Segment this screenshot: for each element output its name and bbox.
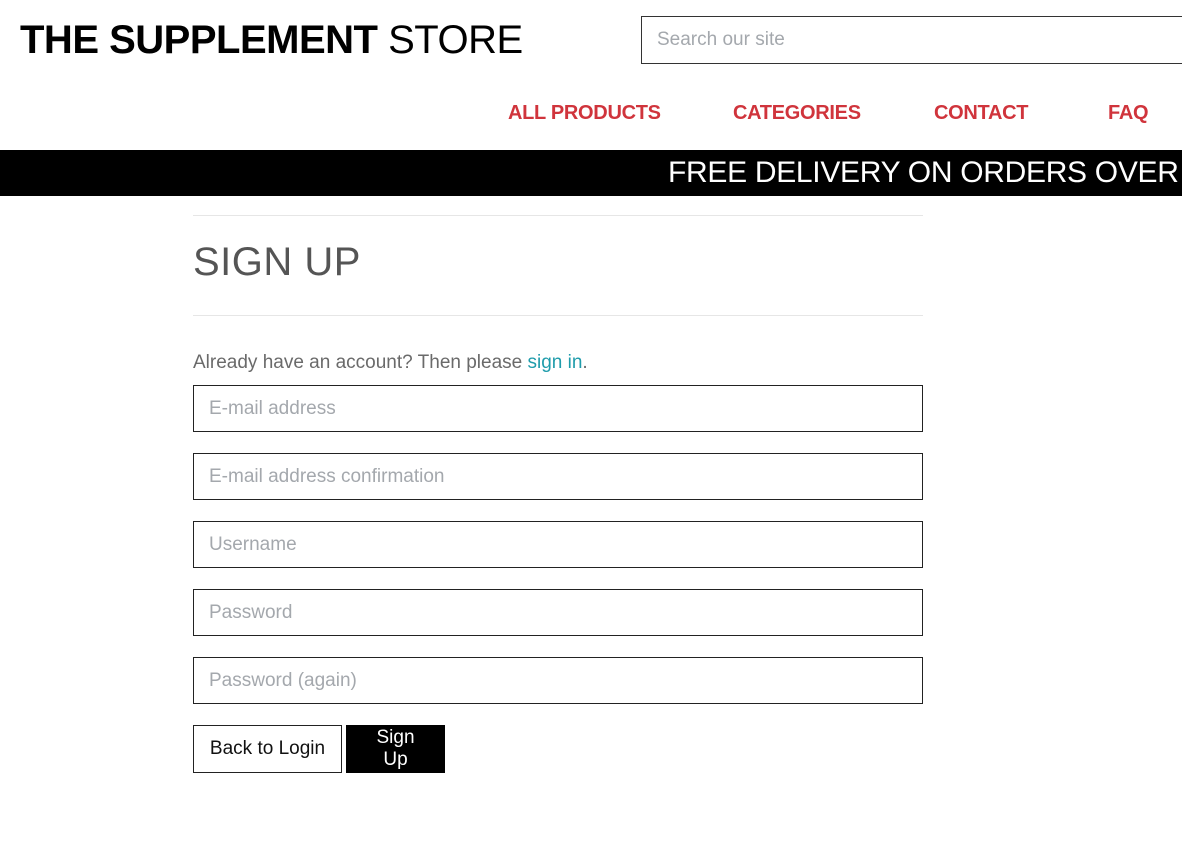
signin-prompt: Already have an account? Then please sig… bbox=[193, 350, 923, 376]
signin-prompt-text: Already have an account? Then please bbox=[193, 352, 528, 373]
signup-form: Back to Login Sign Up bbox=[193, 385, 923, 773]
nav-categories[interactable]: CATEGORIES bbox=[733, 102, 861, 125]
signin-link[interactable]: sign in bbox=[528, 352, 583, 373]
email-field[interactable] bbox=[193, 385, 923, 432]
email-confirm-field[interactable] bbox=[193, 453, 923, 500]
nav-all-products[interactable]: ALL PRODUCTS bbox=[508, 102, 661, 125]
divider bbox=[193, 215, 923, 216]
nav-faq[interactable]: FAQ bbox=[1108, 102, 1149, 125]
password-field[interactable] bbox=[193, 589, 923, 636]
logo-bold-text: THE SUPPLEMENT bbox=[20, 18, 378, 62]
password-again-field[interactable] bbox=[193, 657, 923, 704]
search-input[interactable] bbox=[641, 16, 1182, 64]
logo-light-text: STORE bbox=[388, 18, 523, 62]
sign-up-button[interactable]: Sign Up bbox=[346, 725, 445, 773]
page-title: SIGN UP bbox=[193, 240, 361, 284]
signin-prompt-end: . bbox=[582, 352, 588, 373]
site-header: THE SUPPLEMENT STORE ALL PRODUCTS CATEGO… bbox=[0, 0, 1182, 150]
promo-banner-text: FREE DELIVERY ON ORDERS OVER €5 bbox=[668, 156, 1182, 189]
nav-contact[interactable]: CONTACT bbox=[934, 102, 1028, 125]
divider bbox=[193, 315, 923, 316]
main-nav: ALL PRODUCTS CATEGORIES CONTACT FAQ bbox=[0, 102, 1182, 132]
site-logo[interactable]: THE SUPPLEMENT STORE bbox=[20, 16, 523, 64]
form-actions: Back to Login Sign Up bbox=[193, 725, 923, 773]
username-field[interactable] bbox=[193, 521, 923, 568]
promo-banner: FREE DELIVERY ON ORDERS OVER €5 bbox=[0, 150, 1182, 196]
back-to-login-button[interactable]: Back to Login bbox=[193, 725, 342, 773]
signup-section: SIGN UP Already have an account? Then pl… bbox=[193, 196, 923, 773]
